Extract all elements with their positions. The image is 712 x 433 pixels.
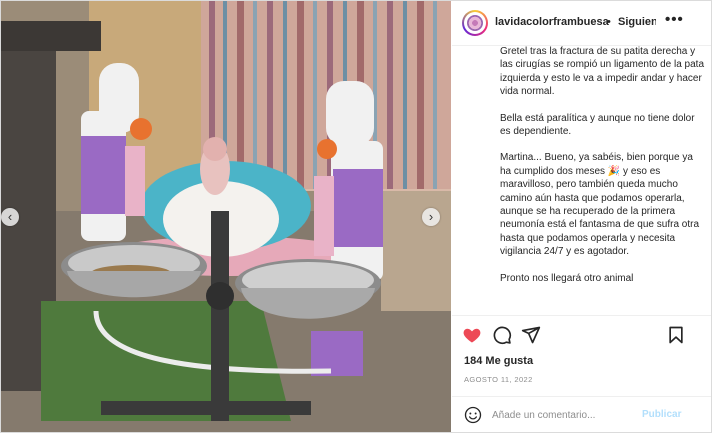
instagram-post: ‹ › lavidacolorframbuesa • Siguiendo •••… <box>0 0 712 433</box>
heart-icon[interactable] <box>462 325 482 345</box>
turkey-photo-illustration <box>1 1 451 432</box>
header-separator: • <box>607 16 611 28</box>
post-actions <box>452 321 711 349</box>
comment-input[interactable] <box>492 407 642 423</box>
paper-plane-icon[interactable] <box>521 325 541 345</box>
bookmark-icon[interactable] <box>666 325 686 345</box>
divider <box>452 315 711 316</box>
comment-icon[interactable] <box>492 325 512 345</box>
comment-bar: Publicar <box>452 396 711 432</box>
smiley-icon[interactable] <box>464 406 482 424</box>
username-link[interactable]: lavidacolorframbuesa <box>495 16 609 28</box>
post-date: AGOSTO 11, 2022 <box>464 375 533 384</box>
next-photo-button[interactable]: › <box>422 208 440 226</box>
publish-button[interactable]: Publicar <box>642 409 681 420</box>
following-button[interactable]: Siguiendo <box>618 16 656 28</box>
caption-paragraph: Gretel tras la fractura de su patita der… <box>500 46 705 98</box>
post-caption: Gretel tras la fractura de su patita der… <box>500 45 705 313</box>
caption-paragraph: Pronto nos llegará otro animal <box>500 272 634 284</box>
post-photo[interactable]: ‹ › <box>1 1 451 432</box>
caption-paragraph: Martina... Bueno, ya sabéis, bien porque… <box>500 152 700 258</box>
avatar-image <box>467 15 483 31</box>
avatar[interactable] <box>462 10 488 36</box>
more-options-button[interactable]: ••• <box>665 11 684 28</box>
likes-count[interactable]: 184 Me gusta <box>464 355 533 367</box>
post-side-panel: lavidacolorframbuesa • Siguiendo ••• Gre… <box>452 1 711 432</box>
previous-photo-button[interactable]: ‹ <box>1 208 19 226</box>
avatar-inner <box>464 12 486 34</box>
post-header: lavidacolorframbuesa • Siguiendo ••• <box>452 1 711 46</box>
caption-paragraph: Bella está paralítica y aunque no tiene … <box>500 112 695 138</box>
